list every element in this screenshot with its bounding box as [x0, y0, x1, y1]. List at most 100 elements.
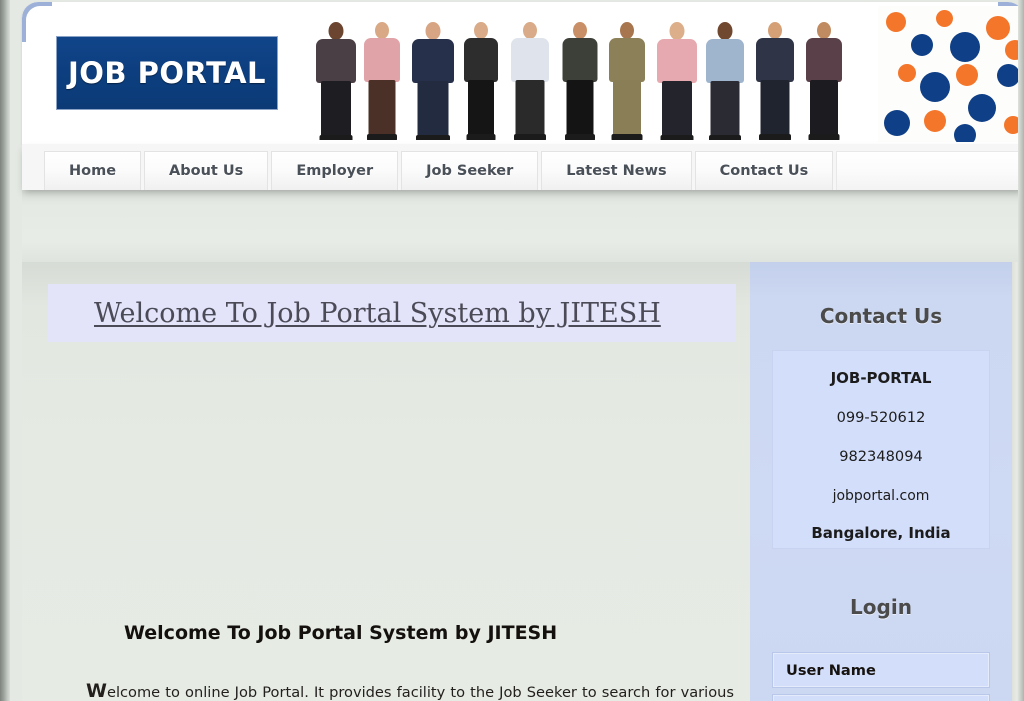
banner-person [700, 20, 750, 140]
person-head [817, 22, 831, 39]
banner-person [800, 20, 848, 140]
person-torso [706, 39, 744, 83]
decorative-dot [911, 34, 933, 56]
person-torso [806, 38, 842, 82]
site-banner: JOB PORTAL [22, 2, 1024, 144]
nav-item-about-us[interactable]: About Us [144, 151, 269, 190]
person-legs [417, 81, 449, 137]
content-area: Welcome To Job Portal System by JITESH W… [22, 262, 1024, 701]
person-torso [316, 39, 356, 83]
sidebar-login-heading: Login [850, 595, 912, 619]
person-head [328, 22, 344, 40]
person-head [620, 22, 634, 39]
person-legs [613, 80, 641, 136]
person-torso [412, 39, 454, 83]
sidebar-column: Contact Us JOB-PORTAL 099-520612 9823480… [750, 262, 1024, 701]
person-torso [657, 39, 697, 83]
contact-location: Bangalore, India [811, 524, 951, 542]
person-head [523, 22, 537, 39]
sidebar-contact-heading: Contact Us [819, 304, 943, 328]
site-logo[interactable]: JOB PORTAL [56, 36, 278, 110]
decorative-dot [997, 64, 1020, 87]
nav-item-employer[interactable]: Employer [271, 151, 399, 190]
person-shoes [759, 134, 791, 140]
person-shoes [808, 134, 840, 140]
person-legs [662, 81, 692, 137]
contact-phone-secondary: 982348094 [839, 448, 923, 465]
window-left-edge [0, 0, 10, 701]
contact-phone-primary: 099-520612 [836, 409, 926, 426]
page-title-banner: Welcome To Job Portal System by JITESH [48, 284, 736, 342]
person-shoes [709, 135, 741, 140]
decorative-dot [886, 12, 906, 32]
nav-under-band [22, 190, 1024, 262]
banner-person [651, 20, 703, 140]
banner-person [556, 20, 603, 140]
nav-items-container: Home About Us Employer Job Seeker Latest New… [44, 151, 1024, 190]
contact-info-card: JOB-PORTAL 099-520612 982348094 jobporta… [772, 350, 990, 549]
nav-item-label: Home [69, 163, 117, 179]
banner-person [603, 20, 651, 140]
site-logo-text: JOB PORTAL [67, 56, 267, 90]
contact-company-name: JOB-PORTAL [830, 369, 932, 387]
username-field-label: User Name [786, 661, 876, 679]
person-shoes [564, 134, 595, 140]
banner-person [505, 20, 555, 140]
person-head [375, 22, 389, 39]
intro-paragraph-1: Welcome to online Job Portal. It provide… [86, 672, 734, 701]
decorative-dot [884, 110, 910, 136]
person-torso [364, 38, 400, 82]
nav-item-latest-news[interactable]: Latest News [541, 151, 692, 190]
person-torso [562, 38, 597, 82]
person-torso [464, 38, 498, 82]
person-head [768, 22, 782, 39]
decorative-dot [924, 110, 946, 132]
person-head [425, 22, 441, 40]
person-legs [760, 80, 790, 136]
person-legs [710, 81, 740, 137]
banner-person [310, 20, 362, 140]
person-torso [511, 38, 549, 82]
nav-item-contact-us[interactable]: Contact Us [694, 151, 834, 190]
person-shoes [660, 135, 694, 140]
nav-item-job-seeker[interactable]: Job Seeker [401, 151, 539, 190]
person-legs [468, 80, 494, 136]
nav-item-home[interactable]: Home [44, 151, 142, 190]
person-legs [368, 80, 396, 136]
person-legs [321, 81, 351, 137]
username-field[interactable]: User Name [772, 652, 990, 688]
banner-dots-graphic [878, 6, 1024, 142]
person-legs [515, 80, 545, 136]
password-field[interactable] [772, 694, 990, 701]
paragraph-dropcap: W [86, 680, 107, 701]
person-legs [810, 80, 838, 136]
window-right-edge [1018, 0, 1024, 701]
contact-website: jobportal.com [832, 488, 930, 504]
person-shoes [367, 134, 397, 140]
person-shoes [466, 134, 496, 140]
decorative-dot [968, 94, 996, 122]
paragraph-1-text: elcome to online Job Portal. It provides… [106, 684, 734, 701]
decorative-dot [936, 10, 953, 27]
person-shoes [611, 134, 643, 140]
person-shoes [514, 134, 546, 140]
person-head [572, 22, 587, 39]
nav-empty-slot [836, 151, 1024, 190]
site-container: JOB PORTAL Home About Us Employer Job Seeke… [10, 0, 1024, 701]
nav-item-label: Job Seeker [426, 163, 514, 179]
decorative-dot [898, 64, 916, 82]
section-heading: Welcome To Job Portal System by JITESH [124, 622, 558, 644]
banner-people-photo [300, 10, 878, 140]
decorative-dot [954, 124, 976, 142]
person-shoes [319, 135, 353, 140]
decorative-dot [920, 72, 950, 102]
main-content-column: Welcome To Job Portal System by JITESH W… [22, 262, 750, 701]
nav-item-label: Contact Us [719, 163, 809, 179]
main-navigation: Home About Us Employer Job Seeker Latest New… [22, 144, 1024, 190]
banner-corner-top-left [22, 2, 66, 56]
person-head [717, 22, 733, 40]
person-torso [756, 38, 794, 82]
page-title: Welcome To Job Portal System by JITESH [94, 297, 661, 329]
login-form: User Name [772, 652, 990, 701]
banner-person [458, 20, 504, 140]
